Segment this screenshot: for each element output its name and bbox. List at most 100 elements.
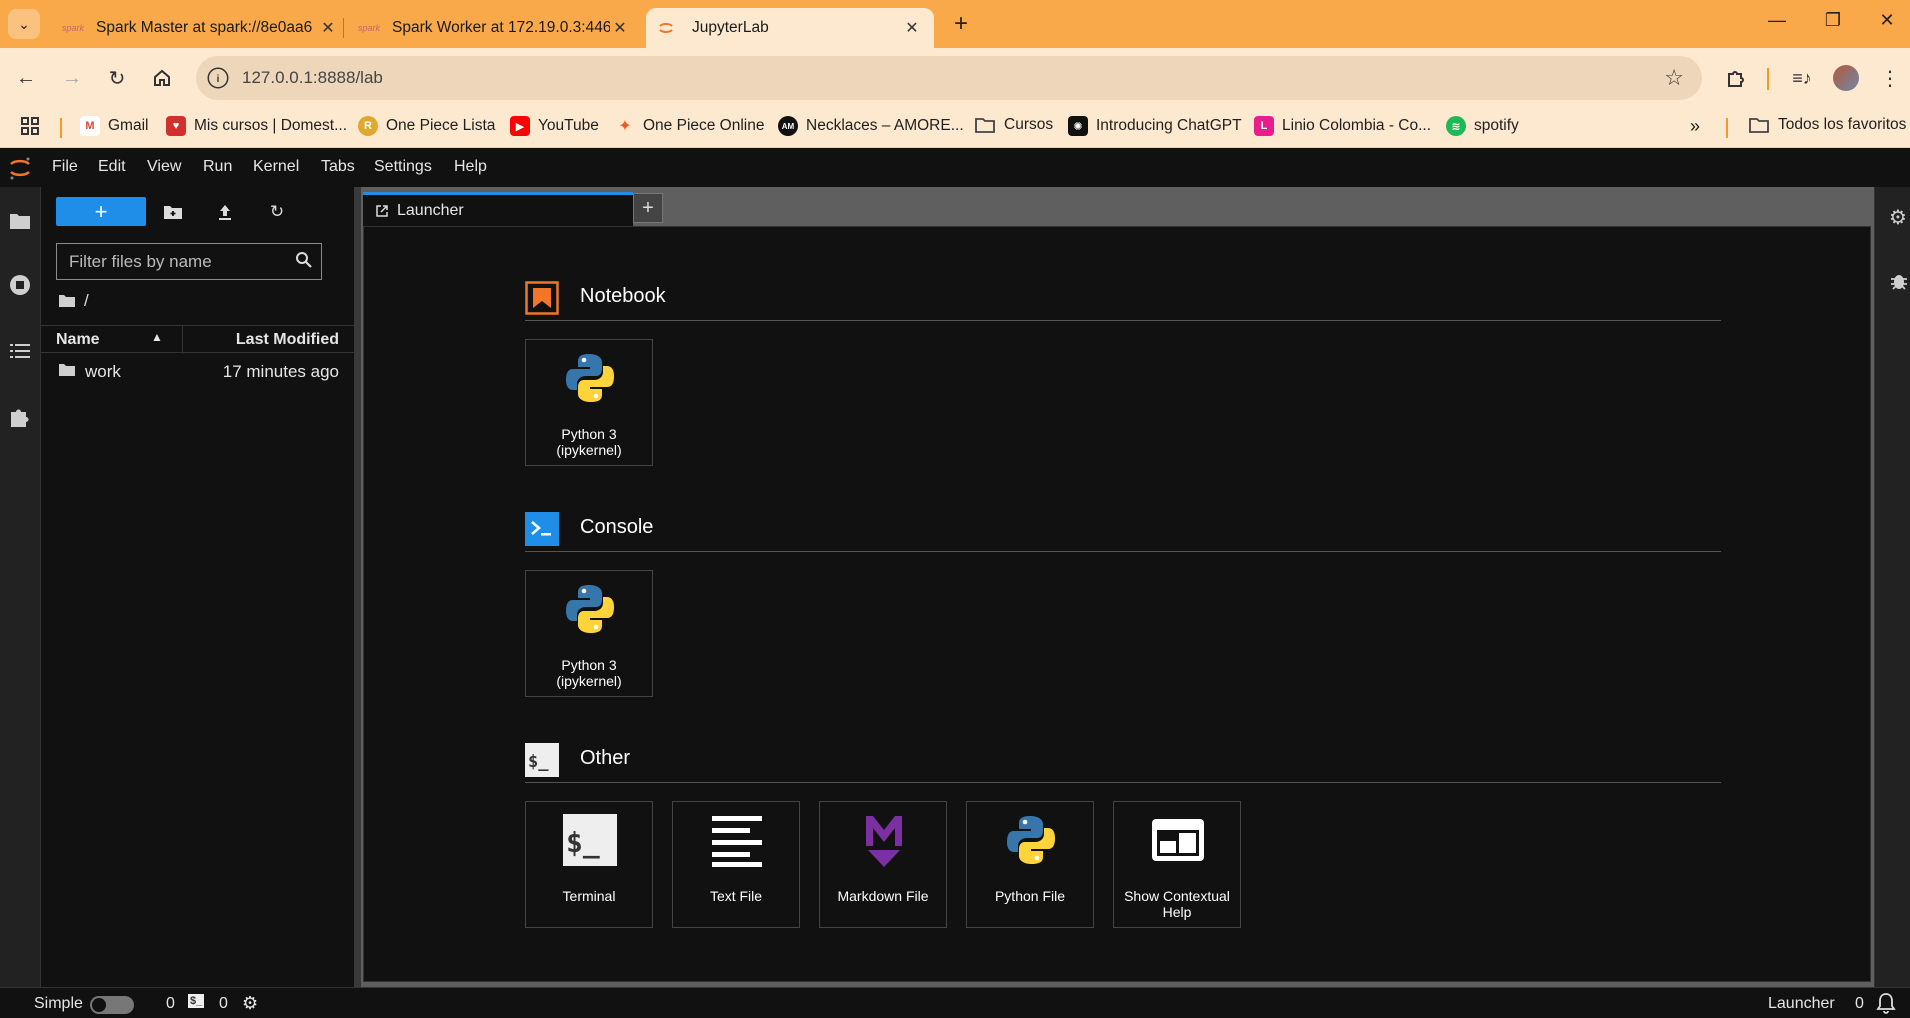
terminals-count[interactable]: 0 xyxy=(166,995,175,1013)
browser-tab-spark-worker[interactable]: spark Spark Worker at 172.19.0.3:446 ✕ xyxy=(346,8,642,48)
home-button[interactable] xyxy=(146,62,178,94)
bookmark-spotify[interactable]: ≋ spotify xyxy=(1446,116,1519,136)
file-browser-tab[interactable] xyxy=(8,209,32,233)
close-icon[interactable]: ✕ xyxy=(902,18,922,38)
launcher-card-contextual-help[interactable]: Show Contextual Help xyxy=(1113,801,1241,928)
column-last-modified[interactable]: Last Modified xyxy=(236,331,339,349)
close-window-button[interactable]: ✕ xyxy=(1872,10,1902,31)
section-title: Console xyxy=(580,516,654,538)
launcher-card-notebook-python3[interactable]: Python 3 (ipykernel) xyxy=(525,339,653,466)
profile-button[interactable] xyxy=(1830,62,1862,94)
launcher-card-python-file[interactable]: Python File xyxy=(966,801,1094,928)
list-icon xyxy=(10,344,30,358)
bookmark-amore[interactable]: AM Necklaces – AMORE... xyxy=(778,116,964,136)
tab-launcher[interactable]: Launcher xyxy=(363,192,633,226)
restore-button[interactable]: ❐ xyxy=(1818,10,1848,31)
reload-icon: ↻ xyxy=(108,67,126,90)
address-bar[interactable]: i 127.0.0.1:8888/lab ☆ xyxy=(196,56,1702,100)
extension-manager-tab[interactable] xyxy=(8,405,32,429)
add-tab-button[interactable]: + xyxy=(633,193,663,223)
property-inspector-tab[interactable]: ⚙ xyxy=(1889,205,1907,230)
bookmark-star-icon[interactable]: ☆ xyxy=(1664,65,1684,91)
bookmark-cursos[interactable]: Cursos xyxy=(974,116,1053,134)
filter-files-input[interactable] xyxy=(57,244,287,279)
all-bookmarks-button[interactable]: Todos los favoritos xyxy=(1748,116,1906,134)
file-modified: 17 minutes ago xyxy=(222,362,339,381)
launcher-card-markdown-file[interactable]: Markdown File xyxy=(819,801,947,928)
bookmark-chatgpt[interactable]: ✺ Introducing ChatGPT xyxy=(1068,116,1242,136)
running-sessions-tab[interactable] xyxy=(8,273,32,297)
menu-help[interactable]: Help xyxy=(454,158,487,176)
spotify-icon: ≋ xyxy=(1446,116,1466,136)
new-folder-button[interactable] xyxy=(159,199,187,225)
close-icon[interactable]: ✕ xyxy=(610,18,630,38)
menu-tabs[interactable]: Tabs xyxy=(321,158,355,176)
column-divider[interactable] xyxy=(182,326,183,354)
launcher-card-console-python3[interactable]: Python 3 (ipykernel) xyxy=(525,570,653,697)
bug-icon xyxy=(1891,275,1907,290)
kernel-chip-icon[interactable]: ⚙ xyxy=(242,993,258,1014)
search-icon xyxy=(296,252,312,268)
extensions-button[interactable] xyxy=(1720,62,1752,94)
menu-kernel[interactable]: Kernel xyxy=(253,158,299,176)
bookmark-gmail[interactable]: M Gmail xyxy=(80,116,148,136)
current-activity-label: Launcher xyxy=(1768,995,1835,1012)
refresh-icon: ↻ xyxy=(269,202,285,221)
kernels-count[interactable]: 0 xyxy=(219,995,228,1013)
contextual-help-icon xyxy=(1152,819,1204,861)
folder-icon xyxy=(1749,118,1769,133)
menu-settings[interactable]: Settings xyxy=(374,158,432,176)
sidebar-resize-handle[interactable] xyxy=(354,187,361,987)
menu-edit[interactable]: Edit xyxy=(98,158,126,176)
file-row[interactable]: work 17 minutes ago xyxy=(41,357,354,387)
debugger-tab[interactable] xyxy=(1889,271,1909,297)
menu-file[interactable]: File xyxy=(52,158,78,176)
media-button[interactable]: ≡♪ xyxy=(1786,62,1818,94)
sort-ascending-icon[interactable]: ▲ xyxy=(151,330,163,344)
bookmark-youtube[interactable]: ▶ YouTube xyxy=(510,116,599,136)
tab-search-button[interactable]: ⌄ xyxy=(8,9,40,39)
launcher-section-console: Console Python 3 (ipykernel) xyxy=(525,510,1721,697)
filter-files-field[interactable] xyxy=(56,243,322,280)
forward-button[interactable]: → xyxy=(56,62,88,94)
launcher-card-terminal[interactable]: $_ Terminal xyxy=(525,801,653,928)
chevron-down-icon: ⌄ xyxy=(18,15,30,32)
notification-count[interactable]: 0 xyxy=(1855,995,1864,1013)
section-title: Notebook xyxy=(580,285,666,307)
column-name[interactable]: Name xyxy=(56,331,100,349)
reload-button[interactable]: ↻ xyxy=(101,62,133,94)
launcher-panel: Notebook Python 3 (ipykernel) Console Py… xyxy=(363,226,1871,982)
bookmark-one-piece-online[interactable]: ✦ One Piece Online xyxy=(615,116,764,136)
section-header: Console xyxy=(525,510,1721,552)
bookmark-linio[interactable]: L Linio Colombia - Co... xyxy=(1254,116,1431,136)
browser-tab-jupyterlab[interactable]: JupyterLab ✕ xyxy=(646,8,934,48)
browser-menu-button[interactable]: ⋮ xyxy=(1874,62,1906,94)
menu-run[interactable]: Run xyxy=(203,158,232,176)
terminal-icon: $_ xyxy=(563,814,617,866)
site-info-icon[interactable]: i xyxy=(207,67,229,89)
bookmark-domestika[interactable]: ♥ Mis cursos | Domest... xyxy=(166,116,347,136)
refresh-button[interactable]: ↻ xyxy=(263,199,291,225)
simple-mode-toggle[interactable] xyxy=(90,996,134,1014)
bell-icon[interactable] xyxy=(1876,992,1896,1018)
terminal-icon: $_ xyxy=(188,994,205,1008)
bookmark-one-piece-lista[interactable]: R One Piece Lista xyxy=(358,116,495,136)
apps-button[interactable] xyxy=(20,116,40,136)
upload-button[interactable] xyxy=(211,199,239,225)
section-header: Notebook xyxy=(525,279,1721,321)
breadcrumb[interactable]: / xyxy=(58,291,89,311)
close-icon[interactable]: ✕ xyxy=(318,18,338,38)
browser-tab-spark-master[interactable]: spark Spark Master at spark://8e0aa6 ✕ xyxy=(50,8,350,48)
minimize-button[interactable]: — xyxy=(1762,10,1792,31)
back-button[interactable]: ← xyxy=(10,62,42,94)
menu-view[interactable]: View xyxy=(147,158,181,176)
new-launcher-button[interactable]: + xyxy=(56,197,146,226)
new-tab-button[interactable]: + xyxy=(946,10,976,38)
table-of-contents-tab[interactable] xyxy=(8,339,32,363)
launcher-card-text-file[interactable]: Text File xyxy=(672,801,800,928)
folder-icon xyxy=(59,295,75,307)
bookmark-divider xyxy=(1726,118,1728,138)
stop-circle-icon xyxy=(10,275,30,295)
more-bookmarks-button[interactable]: » xyxy=(1690,116,1700,137)
r-icon: R xyxy=(358,116,378,136)
